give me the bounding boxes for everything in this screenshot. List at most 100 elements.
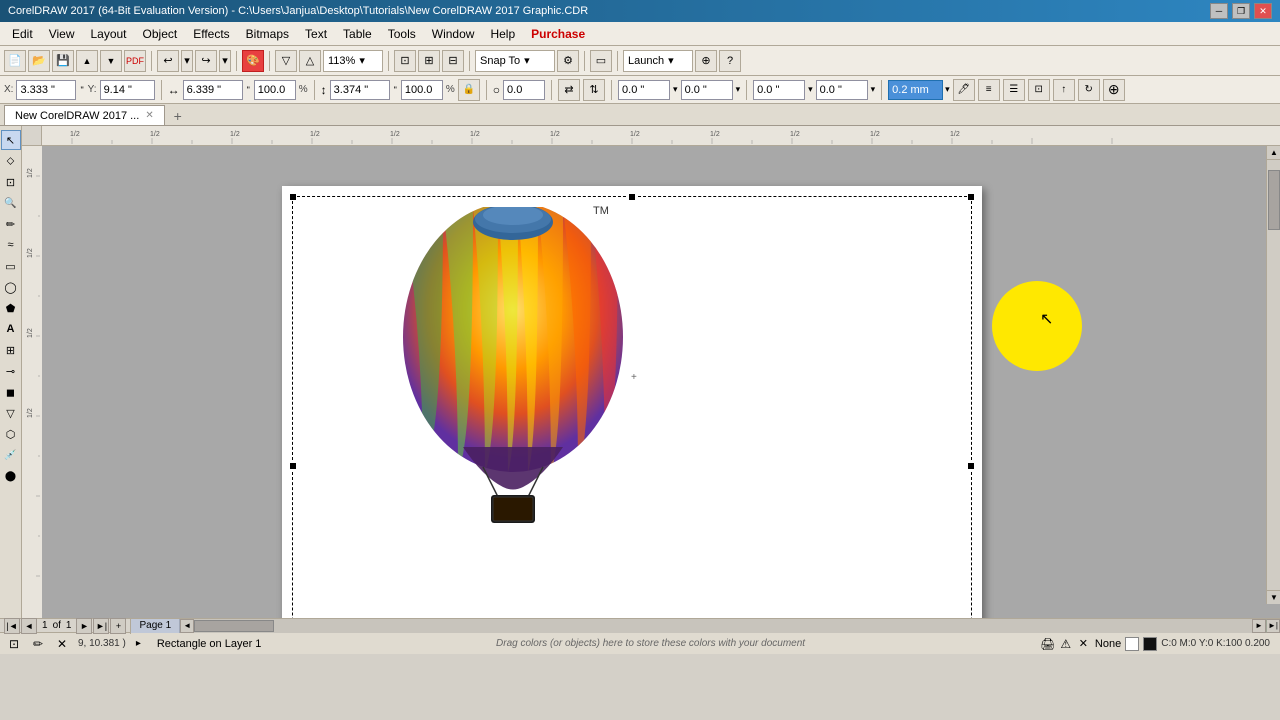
smart-tool[interactable]: ≈	[1, 235, 21, 255]
mirror-v-button[interactable]: ⇅	[583, 79, 605, 101]
redo-dropdown[interactable]: ▾	[219, 50, 231, 72]
menu-effects[interactable]: Effects	[185, 25, 237, 43]
close-button[interactable]: ✕	[1254, 3, 1272, 19]
parallel-tool[interactable]: ⊸	[1, 361, 21, 381]
menu-help[interactable]: Help	[482, 25, 523, 43]
pos-x1[interactable]	[618, 80, 670, 100]
zoom-tool[interactable]: 🔍	[1, 193, 21, 213]
help-button[interactable]: ?	[719, 50, 741, 72]
zoom-in-button[interactable]: △	[299, 50, 321, 72]
freehand-tool[interactable]: ✏	[1, 214, 21, 234]
new-tab-button[interactable]: +	[169, 107, 187, 125]
hscroll-right-button[interactable]: ►	[1252, 619, 1266, 633]
handle-ml[interactable]	[289, 462, 297, 470]
open-button[interactable]: 📂	[28, 50, 50, 72]
menu-bitmaps[interactable]: Bitmaps	[238, 25, 297, 43]
snap-indicator[interactable]: ▸	[136, 638, 141, 649]
tab-close-icon[interactable]: ✕	[145, 110, 153, 121]
outline-field[interactable]	[888, 80, 943, 100]
y-field[interactable]	[100, 80, 155, 100]
launch-dropdown[interactable]: Launch ▾	[623, 50, 693, 72]
distribute-button[interactable]: ⊡	[1028, 79, 1050, 101]
page-add-button[interactable]: +	[110, 618, 126, 634]
pos-y2[interactable]	[816, 80, 868, 100]
width-pct[interactable]	[254, 80, 296, 100]
outline-tool[interactable]: ⬤	[1, 466, 21, 486]
save-button[interactable]: 💾	[52, 50, 74, 72]
zoom-out-button[interactable]: ▽	[275, 50, 297, 72]
publish-pdf-button[interactable]: PDF	[124, 50, 146, 72]
angle-field[interactable]	[503, 80, 545, 100]
menu-edit[interactable]: Edit	[4, 25, 41, 43]
hscroll-thumb[interactable]	[194, 620, 274, 632]
minimize-button[interactable]: ─	[1210, 3, 1228, 19]
ellipse-tool[interactable]: ◯	[1, 277, 21, 297]
vertical-scrollbar[interactable]: ▲ ▼	[1266, 146, 1280, 604]
width-field[interactable]	[183, 80, 243, 100]
page-first-button[interactable]: |◄	[4, 618, 20, 634]
status-icon-close[interactable]: ✕	[54, 636, 70, 652]
new-button[interactable]: 📄	[4, 50, 26, 72]
print-button[interactable]: ▭	[590, 50, 612, 72]
align-button[interactable]: ☰	[1003, 79, 1025, 101]
vscroll-down-button[interactable]: ▼	[1267, 590, 1280, 604]
redo-button[interactable]: ↪	[195, 50, 217, 72]
menu-text[interactable]: Text	[297, 25, 335, 43]
polygon-tool[interactable]: ⬟	[1, 298, 21, 318]
warning-icon[interactable]: ⚠	[1058, 636, 1074, 652]
height-pct[interactable]	[401, 80, 443, 100]
zoom-dropdown[interactable]: 113% ▾	[323, 50, 383, 72]
undo-dropdown[interactable]: ▾	[181, 50, 193, 72]
view-page-button[interactable]: ⊡	[394, 50, 416, 72]
menu-view[interactable]: View	[41, 25, 83, 43]
pos-y1[interactable]	[681, 80, 733, 100]
outline-style-button[interactable]: ≡	[978, 79, 1000, 101]
undo-button[interactable]: ↩	[157, 50, 179, 72]
add-page-button[interactable]: ⊕	[1103, 79, 1125, 101]
menu-layout[interactable]: Layout	[82, 25, 134, 43]
fill-swatch-x[interactable]: ✕	[1076, 637, 1091, 650]
menu-window[interactable]: Window	[424, 25, 483, 43]
fill-color-swatch[interactable]	[1125, 637, 1139, 651]
menu-tools[interactable]: Tools	[380, 25, 424, 43]
outline-swatch[interactable]	[1143, 637, 1157, 651]
hscroll-left-button[interactable]: ◄	[180, 619, 194, 633]
mirror-h-button[interactable]: ⇄	[558, 79, 580, 101]
shadow-tool[interactable]: ◼	[1, 382, 21, 402]
restore-button[interactable]: ❐	[1232, 3, 1250, 19]
page-tab[interactable]: Page 1	[131, 619, 180, 633]
handle-mr[interactable]	[967, 462, 975, 470]
table-tool[interactable]: ⊞	[1, 340, 21, 360]
fill-tool[interactable]: ▽	[1, 403, 21, 423]
canvas-area[interactable]: 1/2 1/2 1/2 1/2 1/2 1/2 1/2 1/2 1/2 1/2 …	[22, 126, 1280, 618]
page-last-button[interactable]: ►|	[93, 618, 109, 634]
rect-tool[interactable]: ▭	[1, 256, 21, 276]
options-button[interactable]: ⚙	[557, 50, 579, 72]
document-tab[interactable]: New CorelDRAW 2017 ... ✕	[4, 105, 165, 125]
hscroll-end-button[interactable]: ►|	[1266, 619, 1280, 633]
smart-fill[interactable]: ⬡	[1, 424, 21, 444]
menu-object[interactable]: Object	[135, 25, 186, 43]
handle-tr[interactable]	[967, 193, 975, 201]
view-grid-button[interactable]: ⊞	[418, 50, 440, 72]
handle-tc[interactable]	[628, 193, 636, 201]
status-icon-pencil[interactable]: ✏	[30, 636, 46, 652]
vscroll-up-button[interactable]: ▲	[1267, 146, 1280, 160]
view-rulers-button[interactable]: ⊟	[442, 50, 464, 72]
refresh-button[interactable]: ↻	[1078, 79, 1100, 101]
fill-color-button[interactable]: 🎨	[242, 50, 264, 72]
menu-purchase[interactable]: Purchase	[523, 25, 593, 43]
status-icon-snap[interactable]: ⊡	[6, 636, 22, 652]
height-field[interactable]	[330, 80, 390, 100]
menu-table[interactable]: Table	[335, 25, 380, 43]
x-field[interactable]	[16, 80, 76, 100]
page-prev-button[interactable]: ◄	[21, 618, 37, 634]
handle-tl[interactable]	[289, 193, 297, 201]
pos-x2[interactable]	[753, 80, 805, 100]
select-tool[interactable]: ↖	[1, 130, 21, 150]
order-button[interactable]: ↑	[1053, 79, 1075, 101]
more-options-button[interactable]: ⊕	[695, 50, 717, 72]
text-tool[interactable]: A	[1, 319, 21, 339]
printer-icon[interactable]: 🖨	[1040, 636, 1056, 652]
node-tool[interactable]: ⬦	[1, 151, 21, 171]
